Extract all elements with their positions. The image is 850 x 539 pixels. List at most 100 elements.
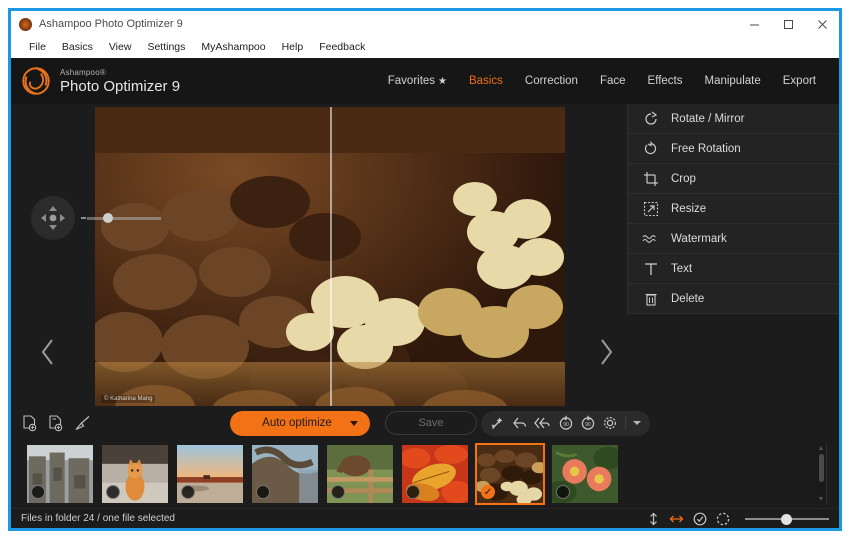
thumbnail-checkbox[interactable]: ✓: [481, 485, 495, 499]
title-bar-left: Ashampoo Photo Optimizer 9: [11, 17, 737, 31]
magic-wand-icon[interactable]: [490, 415, 506, 431]
basics-dropdown-panel: Rotate / Mirror Free Rotation Crop Resiz…: [627, 104, 839, 314]
resize-icon: [642, 200, 659, 217]
file-tools: [21, 414, 92, 432]
menu-delete[interactable]: Delete: [628, 284, 839, 314]
thumbnail-checkbox[interactable]: [31, 485, 45, 499]
pan-slider-knob[interactable]: [103, 213, 113, 223]
nav-tab-basics[interactable]: Basics: [458, 75, 514, 87]
menu-resize[interactable]: Resize: [628, 194, 839, 224]
thumbnail-autumn-leaves[interactable]: [400, 443, 470, 505]
image-canvas[interactable]: © Katharina Mang Original Optimized: [11, 104, 839, 406]
pan-slider-dash: [81, 217, 86, 219]
check-circle-icon[interactable]: [693, 512, 707, 526]
trash-icon: [642, 290, 659, 307]
nav-tab-favorites[interactable]: Favorites ★: [377, 75, 458, 87]
thumbnail-stone-ruins[interactable]: [25, 443, 95, 505]
undo-icon[interactable]: [512, 415, 528, 431]
aperture-spiral-icon: [22, 67, 50, 95]
menu-item-view[interactable]: View: [101, 37, 140, 58]
gear-icon[interactable]: [602, 415, 618, 431]
filmstrip-scrollbar[interactable]: ▲ ▼: [816, 443, 827, 505]
zoom-slider-knob[interactable]: [781, 513, 792, 525]
star-icon: ★: [438, 76, 448, 87]
fit-height-icon[interactable]: [647, 512, 660, 526]
menu-bar: File Basics View Settings MyAshampoo Hel…: [11, 37, 839, 58]
chevron-down-icon[interactable]: [350, 420, 358, 426]
thumbnail-checkbox[interactable]: [406, 485, 420, 499]
chevron-right-icon[interactable]: [591, 332, 621, 372]
thumbnail-orange-cat[interactable]: [100, 443, 170, 505]
undo-all-icon[interactable]: [534, 415, 552, 431]
close-icon[interactable]: [805, 11, 839, 37]
thumbnail-horse-fence[interactable]: [325, 443, 395, 505]
directional-pad-icon[interactable]: [31, 196, 75, 240]
menu-text-label: Text: [671, 262, 693, 275]
chevron-left-icon[interactable]: [33, 332, 63, 372]
menu-crop[interactable]: Crop: [628, 164, 839, 194]
window-title: Ashampoo Photo Optimizer 9: [39, 18, 183, 30]
menu-item-help[interactable]: Help: [274, 37, 312, 58]
menu-item-feedback[interactable]: Feedback: [311, 37, 373, 58]
ashampoo-logo-icon: [19, 17, 32, 31]
nav-tab-face[interactable]: Face: [589, 75, 637, 87]
action-bar: Auto optimize Save 90 90: [11, 406, 839, 440]
text-icon: [642, 260, 659, 277]
thumbnail-checkbox[interactable]: [556, 485, 570, 499]
rotate-left-icon[interactable]: 90: [558, 415, 574, 431]
thumbnail-checkbox[interactable]: [181, 485, 195, 499]
thumbnail-checkbox[interactable]: [256, 485, 270, 499]
crop-icon: [642, 170, 659, 187]
window-controls: [737, 11, 839, 37]
divider: [625, 416, 626, 430]
scroll-up-icon[interactable]: ▲: [818, 445, 825, 452]
thumbnail-checkbox[interactable]: [106, 485, 120, 499]
scrollbar-thumb[interactable]: [818, 454, 824, 482]
menu-rotate-mirror[interactable]: Rotate / Mirror: [628, 104, 839, 134]
zoom-slider[interactable]: [745, 513, 829, 525]
edit-tools-group: 90 90: [481, 410, 650, 436]
save-button[interactable]: Save: [385, 411, 477, 435]
menu-delete-label: Delete: [671, 292, 705, 305]
add-folder-icon[interactable]: [47, 414, 64, 432]
compare-divider[interactable]: [330, 107, 332, 406]
menu-watermark[interactable]: Watermark: [628, 224, 839, 254]
thumbnail-filmstrip[interactable]: ✓ ▲ ▼: [11, 440, 839, 508]
chevron-down-icon[interactable]: [633, 421, 641, 425]
menu-item-myashampoo[interactable]: MyAshampoo: [193, 37, 273, 58]
fit-width-icon[interactable]: [669, 512, 684, 526]
thumbnail-tree-canyon[interactable]: [250, 443, 320, 505]
menu-item-basics[interactable]: Basics: [54, 37, 101, 58]
menu-text[interactable]: Text: [628, 254, 839, 284]
pan-zoom-slider[interactable]: [81, 212, 161, 224]
brand-superscript: Ashampoo®: [60, 67, 106, 77]
image-preview[interactable]: © Katharina Mang Original Optimized: [95, 107, 565, 406]
menu-free-rotation[interactable]: Free Rotation: [628, 134, 839, 164]
top-navigation: Favorites ★ Basics Correction Face Effect…: [377, 75, 839, 87]
nav-tab-manipulate[interactable]: Manipulate: [693, 75, 771, 87]
app-header: Ashampoo® Photo Optimizer 9 Favorites ★ B…: [11, 58, 839, 104]
broom-icon[interactable]: [73, 415, 92, 432]
add-file-icon[interactable]: [21, 414, 38, 432]
thumbnail-chocolate-truffles[interactable]: ✓: [475, 443, 545, 505]
rotate-right-icon[interactable]: 90: [580, 415, 596, 431]
scroll-down-icon[interactable]: ▼: [818, 496, 825, 503]
title-bar: Ashampoo Photo Optimizer 9: [11, 11, 839, 37]
menu-item-file[interactable]: File: [21, 37, 54, 58]
thumbnail-pink-flowers[interactable]: [550, 443, 620, 505]
rotate-mirror-icon: [642, 110, 659, 127]
menu-item-settings[interactable]: Settings: [139, 37, 193, 58]
status-bar-right: [647, 512, 829, 526]
nav-tab-effects[interactable]: Effects: [637, 75, 694, 87]
free-rotation-icon: [642, 140, 659, 157]
maximize-icon[interactable]: [771, 11, 805, 37]
thumbnail-checkbox[interactable]: [331, 485, 345, 499]
pan-slider-track[interactable]: [87, 216, 161, 220]
svg-text:90: 90: [563, 422, 569, 428]
thumbnail-beach-sunset[interactable]: [175, 443, 245, 505]
minimize-icon[interactable]: [737, 11, 771, 37]
nav-tab-export[interactable]: Export: [772, 75, 827, 87]
nav-tab-correction[interactable]: Correction: [514, 75, 589, 87]
auto-optimize-button[interactable]: Auto optimize: [230, 410, 370, 436]
loading-circle-icon[interactable]: [716, 512, 730, 526]
